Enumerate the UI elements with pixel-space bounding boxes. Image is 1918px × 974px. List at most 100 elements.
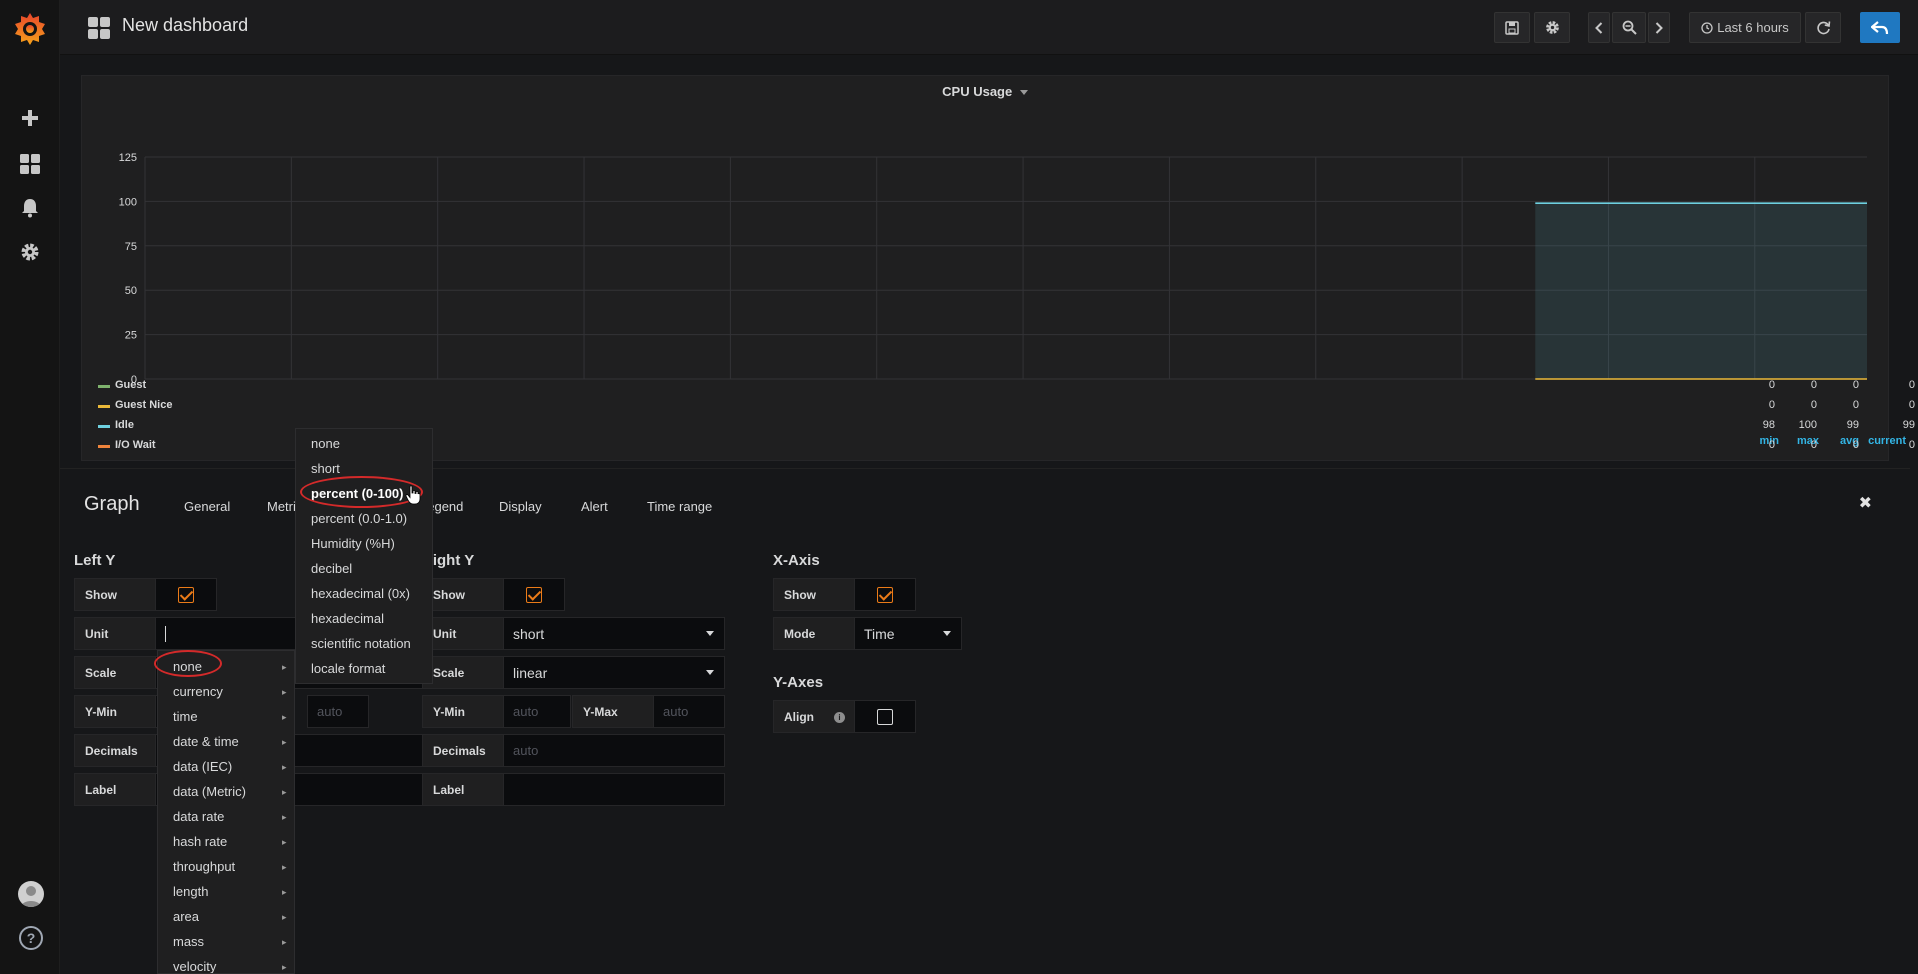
left-y-unit-label: Unit — [74, 617, 156, 650]
left-y-heading: Left Y — [74, 552, 116, 569]
tab-alert[interactable]: Alert — [581, 499, 608, 514]
legend-series-name: Guest Nice — [115, 399, 173, 411]
unit-category-item[interactable]: data rate — [173, 809, 224, 824]
chevron-right-icon — [1655, 21, 1663, 34]
dashboard-title[interactable]: New dashboard — [122, 15, 248, 36]
back-to-dashboard-button[interactable] — [1860, 12, 1900, 43]
refresh-button[interactable] — [1805, 12, 1841, 43]
unit-submenu-item[interactable]: percent (0.0-1.0) — [311, 511, 407, 526]
right-y-show-box[interactable] — [503, 578, 565, 611]
grafana-logo-icon[interactable] — [12, 11, 48, 47]
unit-submenu-item[interactable]: decibel — [311, 561, 352, 576]
unit-category-item[interactable]: velocity — [173, 959, 216, 973]
caret-down-icon — [943, 631, 951, 636]
close-editor-icon[interactable]: ✖ — [1859, 493, 1872, 513]
back-arrow-icon — [1871, 20, 1889, 34]
unit-category-item[interactable]: hash rate — [173, 834, 227, 849]
gear-icon — [1545, 21, 1559, 34]
unit-category-item[interactable]: data (IEC) — [173, 759, 232, 774]
y-axes-align-text: Align — [784, 709, 814, 724]
x-axis-show-checkbox[interactable] — [877, 587, 893, 603]
panel-title[interactable]: CPU Usage — [82, 84, 1888, 99]
cpu-usage-chart[interactable]: 025507510012504:3005:0005:3006:0006:3007… — [82, 104, 1888, 384]
right-y-label-input[interactable] — [503, 773, 725, 806]
caret-right-icon: ▸ — [282, 862, 287, 872]
time-range-label: Last 6 hours — [1717, 20, 1789, 35]
legend-value: 0 — [1810, 379, 1817, 391]
unit-category-item[interactable]: length — [173, 884, 208, 899]
unit-category-item[interactable]: area — [173, 909, 199, 924]
caret-right-icon: ▸ — [282, 737, 287, 747]
legend-value: 0 — [1908, 439, 1915, 451]
y-axes-heading: Y-Axes — [773, 674, 824, 691]
legend-value: 0 — [1908, 399, 1915, 411]
dashboard-settings-button[interactable] — [1534, 12, 1570, 43]
tab-time-range[interactable]: Time range — [647, 499, 712, 514]
zoom-out-icon — [1622, 20, 1637, 35]
right-y-ymin-input[interactable]: auto — [503, 695, 571, 728]
right-y-scale-select[interactable]: linear — [503, 656, 725, 689]
time-back-button[interactable] — [1588, 12, 1610, 43]
dashboards-grid-icon[interactable] — [0, 144, 60, 184]
caret-right-icon: ▸ — [282, 887, 287, 897]
y-tick-label: 50 — [125, 285, 137, 297]
legend-value: 99 — [1902, 419, 1915, 431]
help-icon[interactable]: ? — [19, 926, 43, 950]
left-y-show-checkbox[interactable] — [178, 587, 194, 603]
x-axis-show-box[interactable] — [854, 578, 916, 611]
configuration-gear-icon[interactable] — [0, 232, 60, 272]
create-plus-icon[interactable] — [0, 98, 60, 138]
zoom-out-button[interactable] — [1612, 12, 1646, 43]
unit-submenu-item[interactable]: locale format — [311, 661, 385, 676]
unit-category-item[interactable]: time — [173, 709, 198, 724]
right-y-scale-label: Scale — [422, 656, 504, 689]
unit-submenu-item[interactable]: short — [311, 461, 340, 476]
legend-item[interactable]: Guest 0 0 0 0 — [94, 376, 1915, 396]
dashboard-grid-icon — [88, 17, 110, 39]
left-y-scale-label: Scale — [74, 656, 156, 689]
time-forward-button[interactable] — [1648, 12, 1670, 43]
unit-category-item[interactable]: mass — [173, 934, 204, 949]
x-axis-mode-select[interactable]: Time — [854, 617, 962, 650]
unit-submenu-item[interactable]: hexadecimal — [311, 611, 384, 626]
right-y-ymax-input[interactable]: auto — [653, 695, 725, 728]
unit-submenu-item[interactable]: hexadecimal (0x) — [311, 586, 410, 601]
legend-item[interactable]: Guest Nice 0 0 0 0 — [94, 396, 1915, 416]
graph-panel: CPU Usage 025507510012504:3005:0005:3006… — [81, 75, 1915, 461]
right-y-unit-select[interactable]: short — [503, 617, 725, 650]
unit-category-item[interactable]: currency — [173, 684, 223, 699]
caret-right-icon: ▸ — [282, 812, 287, 822]
unit-submenu-item[interactable]: Humidity (%H) — [311, 536, 395, 551]
time-picker-button[interactable]: Last 6 hours — [1689, 12, 1801, 43]
alerting-bell-icon[interactable] — [0, 188, 60, 228]
y-axes-align-label: Align i — [773, 700, 855, 733]
unit-category-item[interactable]: throughput — [173, 859, 235, 874]
clock-icon — [1701, 21, 1713, 34]
tab-display[interactable]: Display — [499, 499, 542, 514]
right-y-show-checkbox[interactable] — [526, 587, 542, 603]
save-dashboard-button[interactable] — [1494, 12, 1530, 43]
legend-swatch — [98, 425, 110, 428]
caret-right-icon: ▸ — [282, 937, 287, 947]
left-y-unit-input[interactable] — [155, 617, 299, 650]
unit-category-item[interactable]: data (Metric) — [173, 784, 246, 799]
user-avatar[interactable] — [18, 881, 44, 907]
tab-general[interactable]: General — [184, 499, 230, 514]
unit-submenu-item[interactable]: scientific notation — [311, 636, 411, 651]
unit-submenu-item[interactable]: none — [311, 436, 340, 451]
left-y-show-label: Show — [74, 578, 156, 611]
save-icon — [1505, 20, 1519, 35]
left-y-ymax-input[interactable]: auto — [307, 695, 369, 728]
right-y-decimals-input[interactable]: auto — [503, 734, 725, 767]
unit-category-item[interactable]: date & time — [173, 734, 239, 749]
left-y-decimals-label: Decimals — [74, 734, 156, 767]
info-icon[interactable]: i — [834, 712, 845, 723]
caret-right-icon: ▸ — [282, 762, 287, 772]
left-y-show-box[interactable] — [155, 578, 217, 611]
y-axes-align-checkbox[interactable] — [877, 709, 893, 725]
legend-value: 0 — [1768, 439, 1775, 451]
y-axes-align-box[interactable] — [854, 700, 916, 733]
legend-series-name: I/O Wait — [115, 439, 156, 451]
right-y-decimals-label: Decimals — [422, 734, 504, 767]
caret-right-icon: ▸ — [282, 787, 287, 797]
